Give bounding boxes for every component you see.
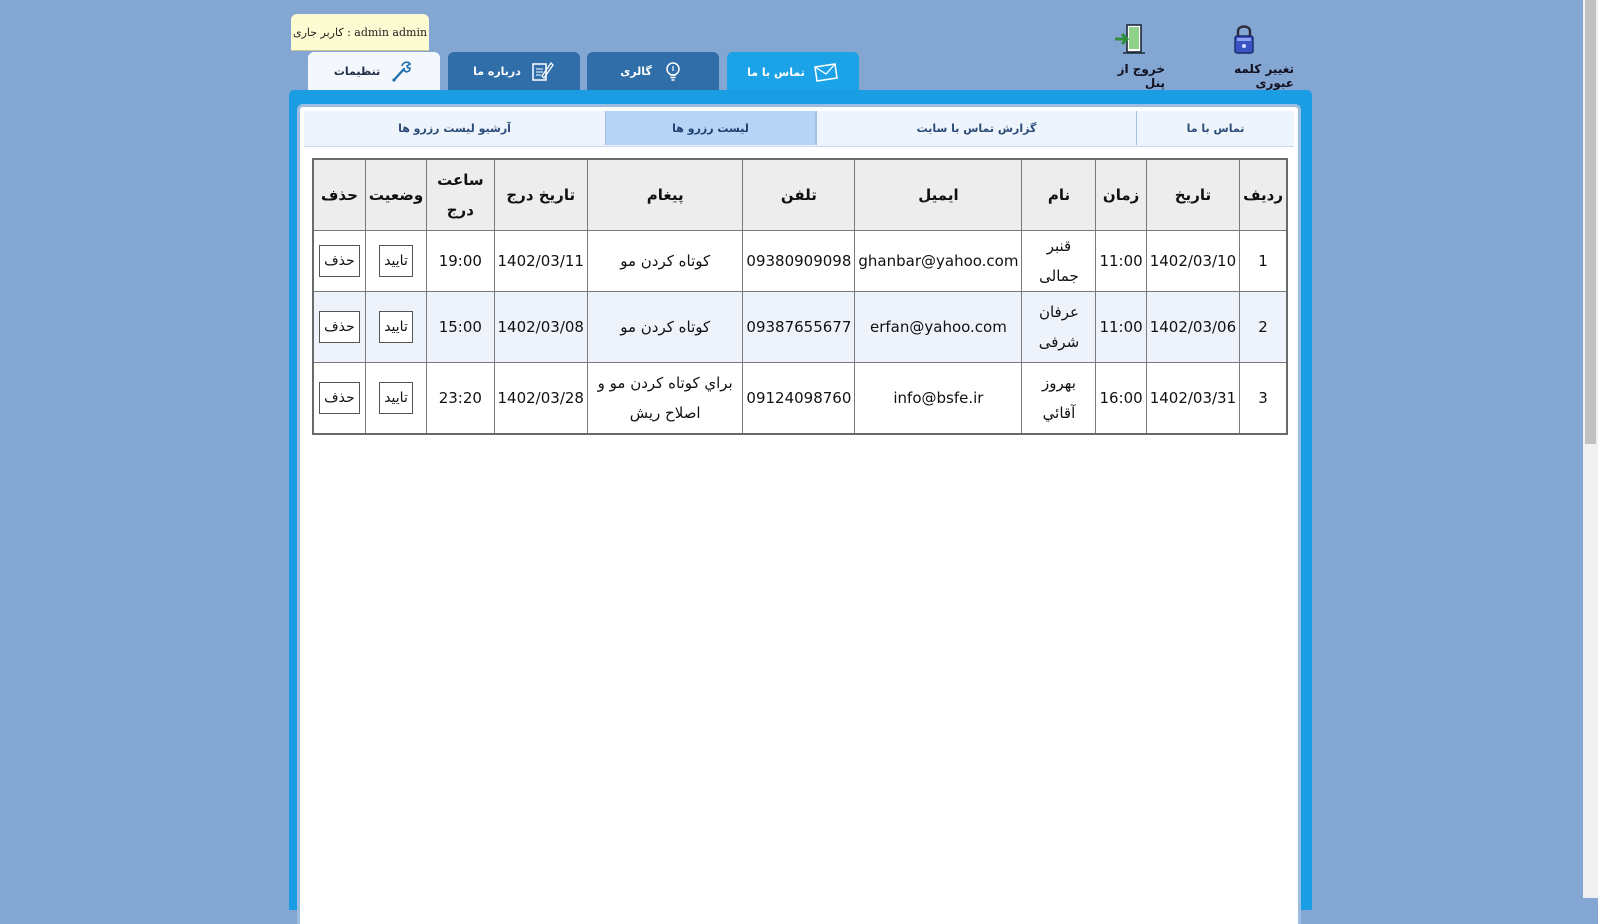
envelope-icon <box>813 63 838 82</box>
cell-phone: 09380909098 <box>742 230 856 292</box>
cell-message: براي كوتاه كردن مو و اصلاح ريش <box>586 362 744 435</box>
page-scrollbar[interactable] <box>1583 0 1598 898</box>
cell-message: کوتاه کردن مو <box>586 291 744 363</box>
cell-email: ghanbar@yahoo.com <box>854 230 1023 292</box>
cell-email: info@bsfe.ir <box>854 362 1023 435</box>
confirm-button[interactable]: تایید <box>379 311 413 343</box>
logout-button[interactable]: خروج از پنل <box>1095 22 1165 90</box>
cell-date: 1402/03/10 <box>1145 230 1241 292</box>
header-row-number: ردیف <box>1239 158 1288 231</box>
subtab-site-contact-report-label: گزارش تماس با سایت <box>916 121 1037 135</box>
tab-gallery-label: گالری <box>620 64 652 78</box>
header-date: تاریخ <box>1145 158 1241 231</box>
current-user-label: admin admin : کاربر جاری <box>292 25 428 39</box>
header-message: پیغام <box>586 158 744 231</box>
logout-label: خروج از پنل <box>1117 62 1165 90</box>
cell-insert-date: 1402/03/11 <box>493 230 588 292</box>
cell-insert-date: 1402/03/08 <box>493 291 588 363</box>
header-phone: تلفن <box>742 158 856 231</box>
cell-insert-date: 1402/03/28 <box>493 362 588 435</box>
header-insert-time: ساعت درج <box>426 158 495 231</box>
tab-settings-label: تنظیمات <box>333 64 381 78</box>
subtab-site-contact-report[interactable]: گزارش تماس با سایت <box>816 111 1136 145</box>
cell-status: تایید <box>364 362 428 435</box>
cell-time: 11:00 <box>1095 291 1147 363</box>
delete-button[interactable]: حذف <box>319 382 360 414</box>
tab-about-label: درباره ما <box>473 64 521 78</box>
change-password-label: تغییر کلمه عبوری <box>1234 62 1294 90</box>
cell-phone: 09124098760 <box>742 362 856 435</box>
cell-name: قنبر جمالی <box>1021 230 1097 292</box>
confirm-button[interactable]: تایید <box>379 382 413 414</box>
exit-door-icon <box>1115 24 1145 54</box>
header-delete: حذف <box>312 158 366 231</box>
cell-time: 16:00 <box>1095 362 1147 435</box>
cell-message: کوتاه کردن مو <box>586 230 744 292</box>
subtab-reservations-archive[interactable]: آرشیو لیست رزرو ها <box>304 111 605 145</box>
wrench-icon <box>392 61 412 82</box>
header-email: ایمیل <box>854 158 1023 231</box>
cell-status: تایید <box>364 291 428 363</box>
delete-button[interactable]: حذف <box>319 245 360 277</box>
edit-document-icon <box>532 61 554 81</box>
cell-status: تایید <box>364 230 428 292</box>
subtab-contact-us-label: تماس با ما <box>1186 121 1245 135</box>
cell-name: عرفان شرفی <box>1021 291 1097 363</box>
padlock-icon <box>1234 25 1254 54</box>
subtab-reservations-label: لیست رزرو ها <box>672 121 749 135</box>
reservations-table: ردیف تاریخ زمان نام ایمیل تلفن پیغام تار… <box>312 158 1288 435</box>
table-header-row: ردیف تاریخ زمان نام ایمیل تلفن پیغام تار… <box>312 158 1288 231</box>
cell-time: 11:00 <box>1095 230 1147 292</box>
cell-insert-time: 23:20 <box>426 362 495 435</box>
cell-date: 1402/03/06 <box>1145 291 1241 363</box>
content-frame: تماس با ما گزارش تماس با سایت لیست رزرو … <box>289 90 1312 924</box>
main-tabs: تنظیمات درباره ما گالری تماس با ما <box>0 52 1598 92</box>
confirm-button[interactable]: تایید <box>379 245 413 277</box>
cell-insert-time: 15:00 <box>426 291 495 363</box>
delete-button[interactable]: حذف <box>319 311 360 343</box>
cell-row-number: 1 <box>1239 230 1288 292</box>
header-insert-date: تاریخ درج <box>493 158 588 231</box>
cell-email: erfan@yahoo.com <box>854 291 1023 363</box>
subtab-contact-us[interactable]: تماس با ما <box>1136 111 1294 145</box>
tab-settings[interactable]: تنظیمات <box>308 52 440 90</box>
current-user-badge: admin admin : کاربر جاری <box>291 14 429 50</box>
cell-delete: حذف <box>312 362 366 435</box>
tab-contact-label: تماس با ما <box>747 65 805 79</box>
table-row: 2 1402/03/06 11:00 عرفان شرفی erfan@yaho… <box>312 291 1288 363</box>
table-row: 3 1402/03/31 16:00 بهروز آقائي info@bsfe… <box>312 362 1288 435</box>
sub-tabs: تماس با ما گزارش تماس با سایت لیست رزرو … <box>304 111 1294 147</box>
cell-row-number: 2 <box>1239 291 1288 363</box>
header-name: نام <box>1021 158 1097 231</box>
table-row: 1 1402/03/10 11:00 قنبر جمالی ghanbar@ya… <box>312 230 1288 292</box>
cell-insert-time: 19:00 <box>426 230 495 292</box>
subtab-reservations[interactable]: لیست رزرو ها <box>605 111 816 145</box>
lightbulb-icon <box>666 62 680 81</box>
cell-date: 1402/03/31 <box>1145 362 1241 435</box>
header-time: زمان <box>1095 158 1147 231</box>
tab-about[interactable]: درباره ما <box>448 52 580 90</box>
change-password-button[interactable]: تغییر کلمه عبوری <box>1194 22 1294 90</box>
tab-contact[interactable]: تماس با ما <box>727 52 859 92</box>
subtab-reservations-archive-label: آرشیو لیست رزرو ها <box>398 121 511 135</box>
cell-row-number: 3 <box>1239 362 1288 435</box>
cell-delete: حذف <box>312 230 366 292</box>
cell-phone: 09387655677 <box>742 291 856 363</box>
content-panel: تماس با ما گزارش تماس با سایت لیست رزرو … <box>297 104 1301 924</box>
cell-name: بهروز آقائي <box>1021 362 1097 435</box>
cell-delete: حذف <box>312 291 366 363</box>
tab-gallery[interactable]: گالری <box>587 52 719 90</box>
header-status: وضعیت <box>364 158 428 231</box>
